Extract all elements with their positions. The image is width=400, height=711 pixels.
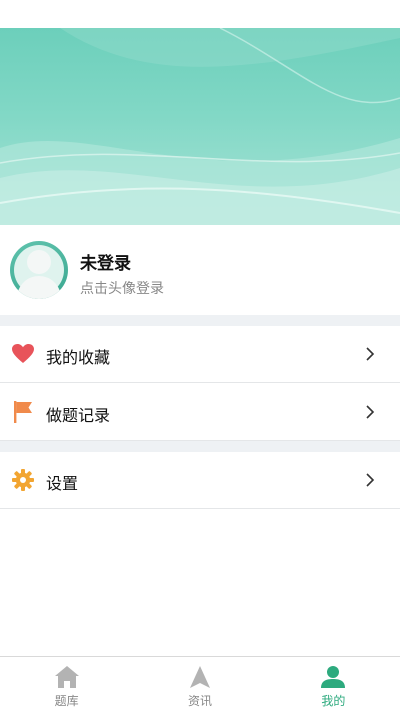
login-status-title: 未登录	[80, 254, 131, 274]
tab-label: 题库	[54, 694, 79, 708]
user-icon	[321, 666, 346, 688]
banner-waves-decoration	[0, 28, 400, 225]
bottom-tab-bar: 题库 资讯 我的	[0, 656, 400, 711]
menu-item-label: 我的收藏	[46, 348, 111, 367]
chevron-right-icon	[366, 473, 375, 487]
chevron-right-icon	[366, 405, 375, 419]
menu-item-favorites[interactable]: 我的收藏	[0, 326, 400, 383]
navigation-arrow-icon	[189, 666, 210, 688]
avatar[interactable]	[10, 241, 68, 299]
section-divider	[0, 441, 400, 452]
avatar-head-shape	[27, 250, 51, 274]
menu-item-practice-records[interactable]: 做题记录	[0, 384, 400, 441]
chevron-right-icon	[366, 347, 375, 361]
menu-item-label: 做题记录	[46, 406, 111, 425]
login-hint[interactable]: 点击头像登录	[80, 278, 164, 298]
profile-section: 未登录 点击头像登录	[0, 225, 400, 315]
status-bar	[0, 0, 400, 28]
tab-question-bank[interactable]: 题库	[0, 657, 133, 711]
profile-banner	[0, 28, 400, 225]
heart-icon	[12, 344, 34, 363]
flag-icon	[14, 401, 32, 423]
home-icon	[54, 666, 79, 688]
section-divider	[0, 315, 400, 326]
tab-label: 资讯	[187, 694, 212, 708]
gear-icon	[12, 469, 34, 491]
menu-item-settings[interactable]: 设置	[0, 452, 400, 509]
menu-item-label: 设置	[46, 474, 79, 493]
tab-label: 我的	[321, 694, 346, 708]
tab-mine[interactable]: 我的	[267, 657, 400, 711]
tab-news[interactable]: 资讯	[133, 657, 266, 711]
